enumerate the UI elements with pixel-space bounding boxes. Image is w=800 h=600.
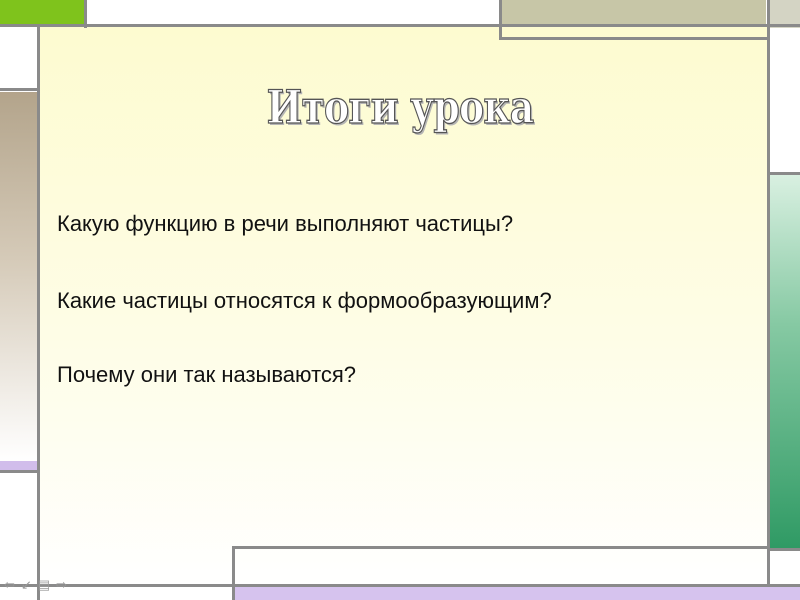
question-1: Какую функцию в речи выполняют частицы? bbox=[57, 211, 514, 236]
slide-title: Итоги урока bbox=[266, 79, 535, 134]
divider-line bbox=[767, 0, 770, 586]
divider-line bbox=[84, 0, 87, 28]
divider-line bbox=[232, 546, 770, 549]
slides-menu-icon[interactable]: ▤ bbox=[38, 577, 50, 593]
divider-line bbox=[0, 470, 37, 473]
right-green-gradient-strip bbox=[770, 175, 800, 549]
divider-line bbox=[770, 548, 800, 551]
arrow-left-icon[interactable]: ⇦ bbox=[4, 577, 15, 593]
slide-navigation: ⇦ ↙ ▤ ⇨ bbox=[4, 577, 67, 593]
question-2: Какие частицы относятся к формообразующи… bbox=[57, 288, 552, 313]
divider-line bbox=[770, 172, 800, 175]
divider-line bbox=[0, 88, 37, 91]
left-brown-gradient-strip bbox=[0, 92, 37, 462]
divider-line bbox=[499, 0, 502, 40]
divider-line bbox=[37, 26, 40, 600]
question-3: Почему они так называются? bbox=[57, 362, 357, 387]
divider-line bbox=[232, 546, 235, 600]
return-icon[interactable]: ↙ bbox=[21, 577, 32, 593]
divider-line bbox=[0, 584, 800, 587]
bottom-lavender-strip bbox=[232, 586, 800, 600]
divider-line bbox=[500, 37, 770, 40]
top-green-block bbox=[0, 0, 86, 24]
arrow-right-icon[interactable]: ⇨ bbox=[56, 577, 67, 593]
divider-line bbox=[0, 24, 800, 27]
